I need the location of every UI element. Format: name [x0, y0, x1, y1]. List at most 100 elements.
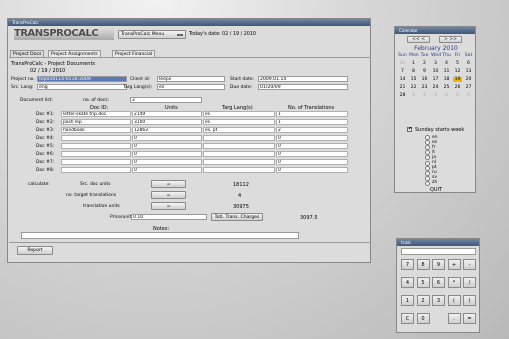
- calc-key[interactable]: (: [447, 295, 461, 306]
- calendar-day[interactable]: 7: [398, 68, 407, 75]
- language-radio[interactable]: [425, 165, 430, 171]
- calc-key[interactable]: .: [447, 313, 461, 324]
- num-docs-field[interactable]: 2: [130, 97, 202, 103]
- calendar-day[interactable]: 6: [464, 60, 473, 67]
- doc-units-cell[interactable]: 0: [132, 159, 202, 165]
- calc-key[interactable]: C: [401, 313, 414, 324]
- calc-key[interactable]: /: [463, 277, 476, 288]
- menu-button[interactable]: TransProCalc Menu: [118, 30, 186, 39]
- calendar-day[interactable]: 2: [420, 92, 429, 99]
- calendar-day[interactable]: 4: [442, 92, 451, 99]
- doc-targ-lang-cell[interactable]: [203, 167, 275, 173]
- doc-id-cell[interactable]: [61, 135, 131, 141]
- doc-targ-lang-cell[interactable]: [203, 151, 275, 157]
- tab-project-financial[interactable]: Project Financial: [112, 50, 156, 57]
- doc-targ-lang-cell[interactable]: es: [203, 119, 275, 125]
- doc-targ-lang-cell[interactable]: [203, 135, 275, 141]
- language-radio[interactable]: [425, 155, 430, 161]
- doc-num-translations-cell[interactable]: 0: [276, 167, 348, 173]
- calc-key[interactable]: -: [463, 259, 476, 270]
- calendar-day[interactable]: 8: [409, 68, 418, 75]
- calendar-day[interactable]: 21: [398, 84, 407, 91]
- tcalc-display[interactable]: [401, 248, 476, 255]
- calc-key[interactable]: 8: [416, 259, 430, 270]
- doc-num-translations-cell[interactable]: 0: [276, 151, 348, 157]
- doc-units-cell[interactable]: 0: [132, 167, 202, 173]
- sunday-starts-checkbox[interactable]: ✔: [407, 127, 412, 132]
- targ-lang-field[interactable]: es: [157, 84, 225, 90]
- calendar-day[interactable]: 17: [431, 76, 440, 83]
- calc-key[interactable]: 2: [416, 295, 430, 306]
- calendar-day[interactable]: 20: [464, 76, 473, 83]
- calendar-day[interactable]: 18: [442, 76, 451, 83]
- calendar-day[interactable]: 28: [398, 92, 407, 99]
- due-date-field[interactable]: 01/20/09: [258, 84, 348, 90]
- calendar-day[interactable]: 1: [409, 92, 418, 99]
- doc-targ-lang-cell[interactable]: es: [203, 111, 275, 117]
- report-button[interactable]: Report: [17, 246, 53, 255]
- calendar-day[interactable]: 12: [453, 68, 462, 75]
- doc-units-cell[interactable]: 0: [132, 143, 202, 149]
- doc-units-cell[interactable]: 2149: [132, 111, 202, 117]
- calc-key[interactable]: 1: [401, 295, 414, 306]
- calendar-day[interactable]: 3: [431, 60, 440, 67]
- prev-month-button[interactable]: << <: [407, 36, 430, 43]
- doc-units-cell[interactable]: 0: [132, 135, 202, 141]
- project-no-field[interactable]: tep010114-0116-2009: [37, 76, 127, 82]
- calc-key[interactable]: 7: [401, 259, 414, 270]
- doc-targ-lang-cell[interactable]: [203, 143, 275, 149]
- calc-key[interactable]: +: [447, 259, 461, 270]
- doc-num-translations-cell[interactable]: 2: [276, 127, 348, 133]
- calc-src-units-button[interactable]: =: [151, 180, 186, 188]
- doc-units-cell[interactable]: 12863: [132, 127, 202, 133]
- doc-id-cell[interactable]: [61, 143, 131, 149]
- calendar-day[interactable]: 23: [420, 84, 429, 91]
- calc-key[interactable]: =: [463, 313, 476, 324]
- calendar-day[interactable]: 15: [409, 76, 418, 83]
- calendar-day[interactable]: 1: [409, 60, 418, 67]
- calendar-day[interactable]: 31: [398, 60, 407, 67]
- calendar-day[interactable]: 3: [431, 92, 440, 99]
- next-month-button[interactable]: > >>: [439, 36, 462, 43]
- doc-num-translations-cell[interactable]: 0: [276, 135, 348, 141]
- tab-project-docs[interactable]: Project Docs: [10, 50, 45, 57]
- calendar-day[interactable]: 27: [464, 84, 473, 91]
- quit-button[interactable]: QUIT: [395, 187, 477, 193]
- language-radio[interactable]: [425, 180, 430, 186]
- calendar-day[interactable]: 26: [453, 84, 462, 91]
- doc-id-cell[interactable]: [61, 167, 131, 173]
- calendar-day-today[interactable]: 19: [453, 77, 462, 82]
- tab-project-assignments[interactable]: Project Assignments: [48, 50, 101, 57]
- calendar-day[interactable]: 25: [442, 84, 451, 91]
- doc-id-cell[interactable]: handbook: [61, 127, 131, 133]
- calendar-day[interactable]: 6: [464, 92, 473, 99]
- doc-id-cell[interactable]: [61, 151, 131, 157]
- client-id-field[interactable]: leeps: [157, 76, 225, 82]
- calendar-day[interactable]: 2: [420, 60, 429, 67]
- doc-num-translations-cell[interactable]: 0: [276, 159, 348, 165]
- calendar-day[interactable]: 14: [398, 76, 407, 83]
- calendar-day[interactable]: 4: [442, 60, 451, 67]
- price-unit-field[interactable]: 0.10: [131, 214, 207, 220]
- calc-key[interactable]: 5: [416, 277, 430, 288]
- calendar-day[interactable]: 9: [420, 68, 429, 75]
- calendar-day[interactable]: 5: [453, 92, 462, 99]
- calc-target-translations-button[interactable]: =: [151, 191, 186, 199]
- calc-key[interactable]: 3: [432, 295, 445, 306]
- doc-num-translations-cell[interactable]: 0: [276, 143, 348, 149]
- total-charges-button[interactable]: Totl. Trans. Charges: [211, 213, 263, 221]
- doc-num-translations-cell[interactable]: 1: [276, 111, 348, 117]
- doc-num-translations-cell[interactable]: 1: [276, 119, 348, 125]
- doc-targ-lang-cell[interactable]: [203, 159, 275, 165]
- doc-targ-lang-cell[interactable]: es, pt: [203, 127, 275, 133]
- calc-translation-units-button[interactable]: =: [151, 202, 186, 210]
- calc-key[interactable]: 6: [432, 277, 445, 288]
- start-date-field[interactable]: 2009.01.14: [258, 76, 348, 82]
- calc-key[interactable]: *: [447, 277, 461, 288]
- doc-id-cell[interactable]: posh lep: [61, 119, 131, 125]
- calc-key[interactable]: ): [463, 295, 476, 306]
- language-radio[interactable]: [425, 160, 430, 166]
- doc-units-cell[interactable]: 0: [132, 151, 202, 157]
- doc-id-cell[interactable]: [61, 159, 131, 165]
- calendar-day[interactable]: 10: [431, 68, 440, 75]
